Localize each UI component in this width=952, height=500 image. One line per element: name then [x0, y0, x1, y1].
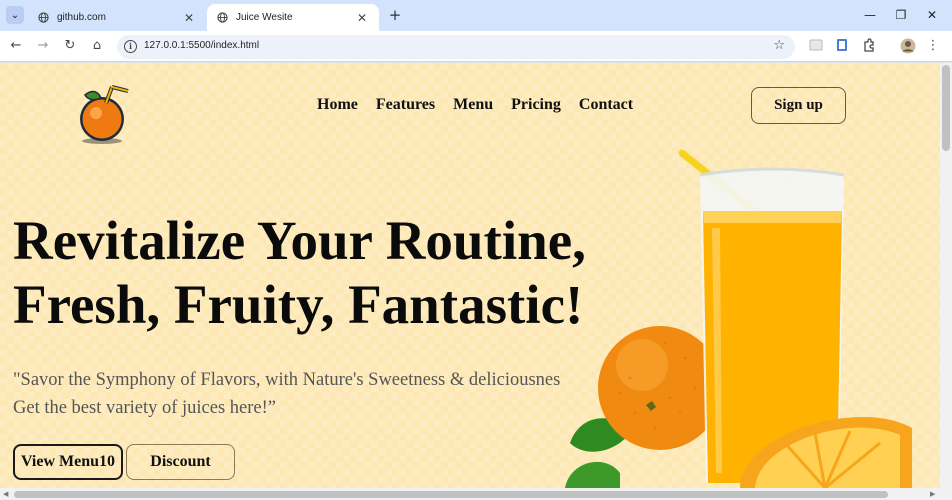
new-tab-icon[interactable]: +	[386, 6, 404, 24]
forward-arrow-icon[interactable]: →	[35, 38, 51, 54]
home-icon[interactable]: ⌂	[89, 38, 105, 54]
close-window-icon[interactable]: ✕	[922, 6, 942, 24]
scrollbar-thumb[interactable]	[14, 491, 888, 498]
hero-title-line: Revitalize Your Routine,	[13, 210, 586, 271]
nav-menu[interactable]: Menu	[453, 96, 493, 114]
kebab-menu-icon[interactable]: ⋮	[925, 38, 941, 54]
orange-logo[interactable]	[72, 83, 132, 145]
globe-icon	[38, 12, 49, 23]
puzzle-icon[interactable]	[861, 38, 877, 54]
scrollbar-thumb[interactable]	[942, 65, 950, 151]
main-nav: Home Features Menu Pricing Contact	[317, 96, 633, 114]
close-icon[interactable]: ✕	[182, 11, 196, 25]
globe-icon	[217, 12, 228, 23]
tab-title: Juice Wesite	[236, 12, 293, 23]
nav-contact[interactable]: Contact	[579, 96, 633, 114]
hero-subtitle: "Savor the Symphony of Flavors, with Nat…	[13, 366, 613, 422]
extension-icon-1[interactable]	[808, 38, 824, 54]
address-bar[interactable]: i 127.0.0.1:5500/index.html ☆	[117, 35, 795, 59]
close-icon[interactable]: ✕	[355, 11, 369, 25]
nav-pricing[interactable]: Pricing	[511, 96, 561, 114]
tab-juice-website[interactable]: Juice Wesite ✕	[207, 4, 379, 31]
restore-icon[interactable]: ❐	[891, 6, 911, 24]
url-text[interactable]: 127.0.0.1:5500/index.html	[144, 40, 259, 51]
horizontal-scrollbar[interactable]: ◀ ▶	[0, 488, 952, 500]
site-info-icon[interactable]: i	[124, 40, 137, 53]
vertical-scrollbar[interactable]	[940, 63, 952, 488]
extension-icon-2[interactable]	[834, 38, 850, 54]
back-arrow-icon[interactable]: ←	[8, 38, 24, 54]
nav-features[interactable]: Features	[376, 96, 435, 114]
hero-title: Revitalize Your Routine, Fresh, Fruity, …	[13, 209, 653, 337]
tab-github[interactable]: github.com ✕	[28, 4, 206, 31]
hero-subtitle-line: Get the best variety of juices here!”	[13, 398, 276, 418]
page-viewport: Home Features Menu Pricing Contact Sign …	[0, 63, 940, 488]
hero-subtitle-line: "Savor the Symphony of Flavors, with Nat…	[13, 370, 561, 390]
minimize-icon[interactable]: —	[860, 6, 880, 24]
view-menu-button[interactable]: View Menu10	[13, 444, 123, 480]
tab-title: github.com	[57, 12, 106, 23]
nav-home[interactable]: Home	[317, 96, 358, 114]
browser-tabstrip: ⌄ github.com ✕ Juice Wesite ✕ + — ❐ ✕	[0, 0, 952, 31]
reload-icon[interactable]: ↻	[62, 38, 78, 54]
signup-button[interactable]: Sign up	[751, 87, 846, 124]
scroll-right-icon[interactable]: ▶	[930, 490, 935, 498]
scroll-left-icon[interactable]: ◀	[3, 490, 8, 498]
hero-title-line: Fresh, Fruity, Fantastic!	[13, 274, 584, 335]
browser-toolbar: ← → ↻ ⌂ i 127.0.0.1:5500/index.html ☆ ⋮	[0, 31, 952, 62]
discount-button[interactable]: Discount	[126, 444, 235, 480]
bookmark-star-icon[interactable]: ☆	[773, 38, 785, 53]
chevron-down-icon[interactable]: ⌄	[6, 6, 24, 24]
profile-avatar-icon[interactable]	[900, 38, 916, 54]
